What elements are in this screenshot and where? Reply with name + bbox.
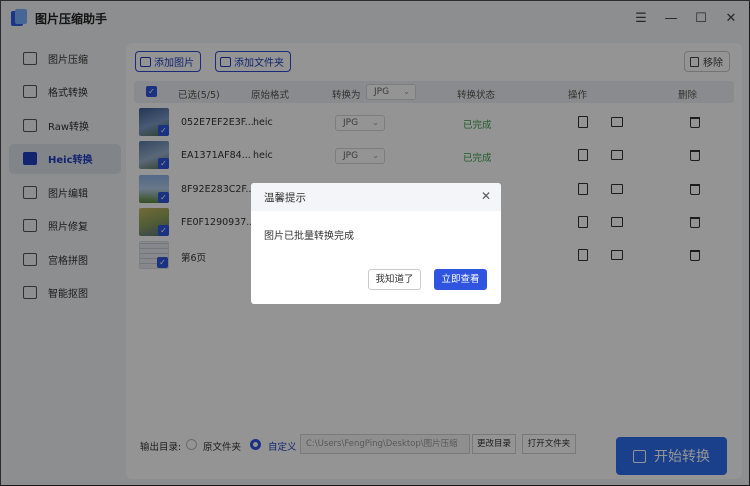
notice-dialog: 温馨提示 ✕ 图片已批量转换完成 我知道了 立即查看 <box>251 183 501 304</box>
dialog-title: 温馨提示 <box>264 191 306 204</box>
dialog-header: 温馨提示 ✕ <box>251 183 501 211</box>
close-icon[interactable]: ✕ <box>481 189 491 203</box>
dialog-message: 图片已批量转换完成 <box>264 231 354 242</box>
app-window: 图片压缩助手 ☰ — ☐ ✕ 图片压缩 格式转换 Raw转换 Heic转换 图片… <box>0 0 750 486</box>
view-now-button[interactable]: 立即查看 <box>434 269 487 290</box>
got-it-button[interactable]: 我知道了 <box>368 269 421 290</box>
